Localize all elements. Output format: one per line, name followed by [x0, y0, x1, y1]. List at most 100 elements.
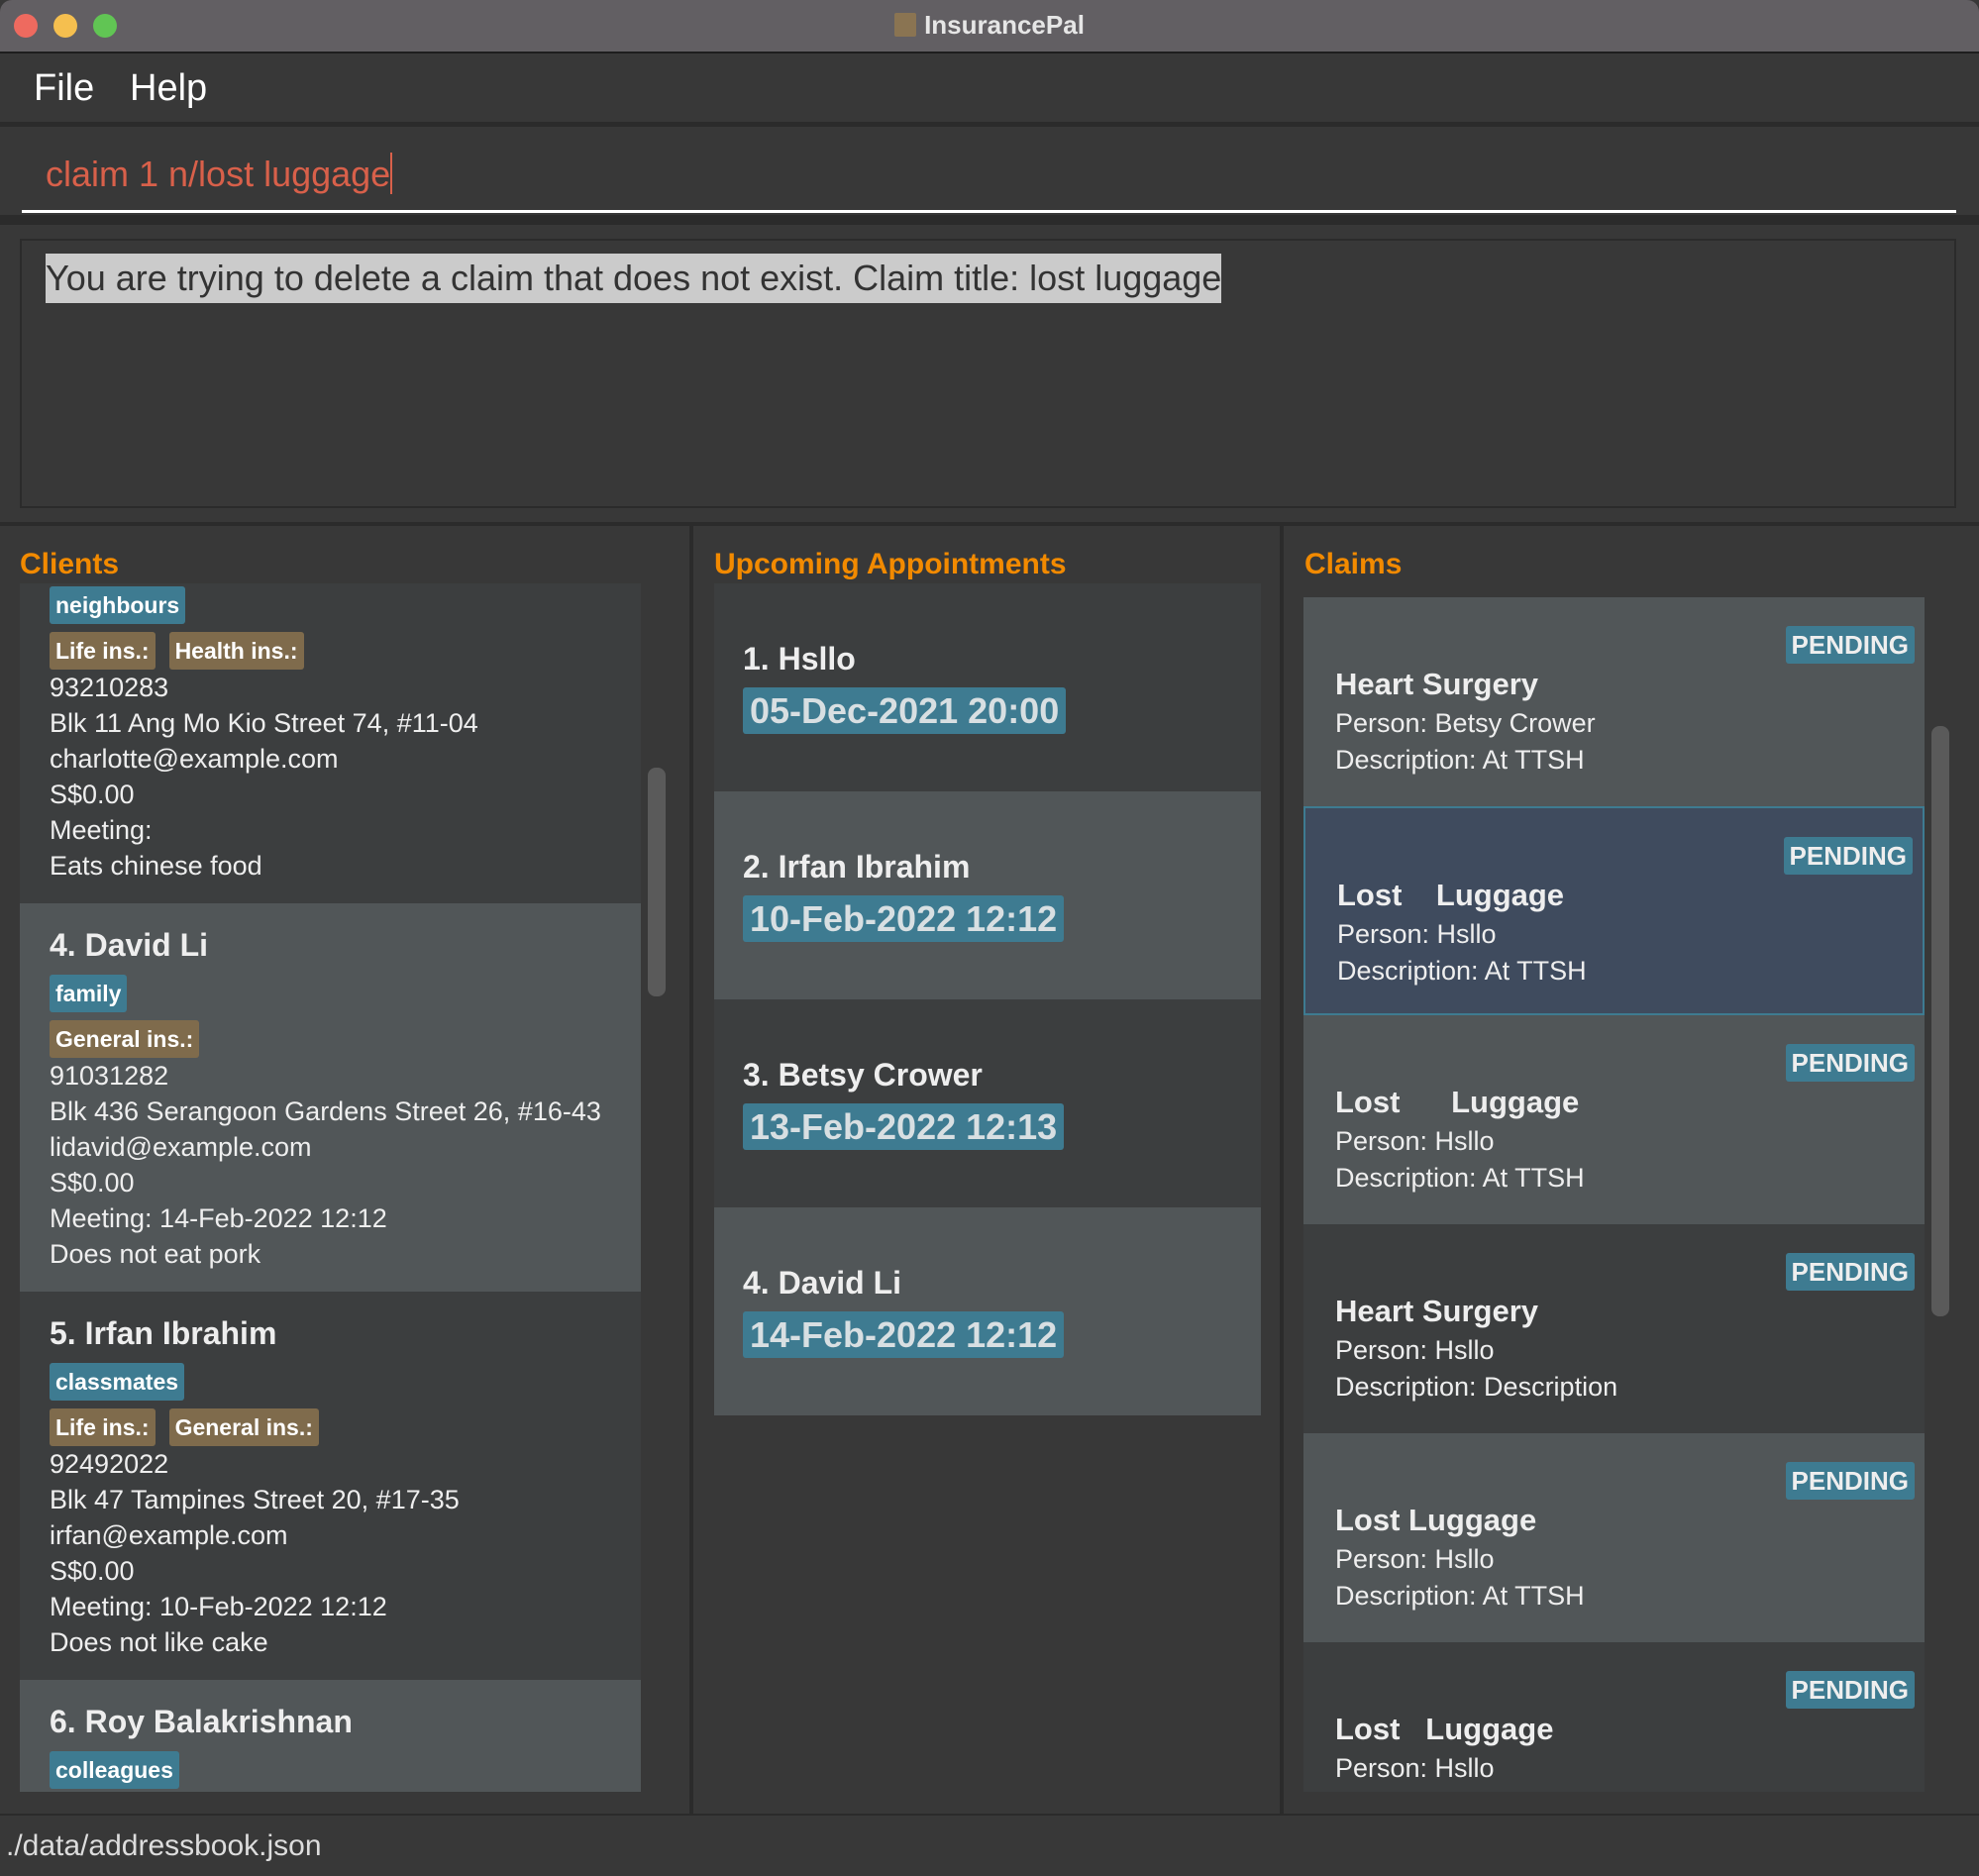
claim-title: Lost Luggage — [1335, 1712, 1554, 1746]
claim-status-badge: PENDING — [1783, 837, 1913, 875]
claim-card[interactable]: PENDING Lost Luggage Person: Hsllo Descript… — [1303, 1433, 1925, 1642]
appointment-card[interactable]: 2. Irfan Ibrahim 10-Feb-2022 12:12 — [714, 791, 1261, 999]
claim-status-badge: PENDING — [1785, 1253, 1915, 1291]
claim-title: Lost Luggage — [1335, 1503, 1537, 1537]
appointment-card[interactable]: 3. Betsy Crower 13-Feb-2022 12:13 — [714, 999, 1261, 1207]
insurance-row: Life ins.: Health ins.: — [50, 632, 611, 670]
claim-status-badge: PENDING — [1785, 1044, 1915, 1082]
appointment-list[interactable]: 1. Hsllo 05-Dec-2021 20:00 2. Irfan Ibrahi… — [714, 583, 1261, 1792]
claims-pane: Claims PENDING Heart Surgery Person: Betsy… — [1284, 526, 1979, 1814]
client-card[interactable]: 5. Irfan Ibrahim classmates Life ins.: Gene… — [20, 1292, 641, 1680]
claim-description: Description: At TTSH — [1335, 1581, 1585, 1611]
claim-person: Person: Hsllo — [1335, 1335, 1495, 1365]
insurance-row: Life ins.: General ins.: — [50, 1408, 611, 1446]
client-tag: family — [50, 975, 128, 1012]
client-card[interactable]: neighbours Life ins.: Health ins.: 93210283… — [20, 583, 641, 903]
tag-row: colleagues — [50, 1751, 611, 1789]
claim-person: Person: Hsllo — [1337, 919, 1497, 949]
status-bar: ./data/addressbook.json — [0, 1814, 1979, 1876]
claim-status-badge: PENDING — [1785, 1462, 1915, 1500]
client-address: Blk 11 Ang Mo Kio Street 74, #11-04 — [50, 708, 478, 738]
client-revenue: S$0.00 — [50, 780, 135, 809]
claim-status-badge: PENDING — [1785, 1671, 1915, 1709]
appointment-date: 14-Feb-2022 12:12 — [743, 1311, 1065, 1358]
title-bar: InsurancePal — [0, 0, 1979, 53]
client-email: charlotte@example.com — [50, 744, 339, 774]
client-list-scrollbar[interactable] — [648, 768, 666, 996]
panes: Clients neighbours Life ins.: Health ins.:… — [0, 522, 1979, 1814]
client-tag: colleagues — [50, 1751, 179, 1789]
claim-list-scrollbar[interactable] — [1931, 726, 1949, 1316]
appointment-date: 05-Dec-2021 20:00 — [743, 687, 1067, 734]
appointment-date: 13-Feb-2022 12:13 — [743, 1103, 1065, 1150]
appointment-card[interactable]: 4. David Li 14-Feb-2022 12:12 — [714, 1207, 1261, 1415]
claim-list[interactable]: PENDING Heart Surgery Person: Betsy Crower… — [1303, 583, 1925, 1792]
claim-card[interactable]: PENDING Heart Surgery Person: Hsllo Descrip… — [1303, 1224, 1925, 1433]
client-meeting: Meeting: 10-Feb-2022 12:12 — [50, 1592, 387, 1621]
client-card[interactable]: 4. David Li family General ins.: 91031282 Bl… — [20, 903, 641, 1292]
command-input[interactable]: claim 1 n/lost luggage — [46, 153, 393, 195]
claim-person: Person: Betsy Crower — [1335, 708, 1596, 738]
claim-description: Description: Description — [1335, 1372, 1618, 1402]
client-phone: 91031282 — [50, 1061, 169, 1091]
clients-heading: Clients — [20, 548, 120, 580]
claim-card[interactable]: PENDING Lost Luggage Person: Hsllo Descript… — [1303, 1015, 1925, 1224]
client-phone: 93210283 — [50, 673, 169, 702]
client-tag: classmates — [50, 1363, 185, 1401]
client-email: lidavid@example.com — [50, 1132, 312, 1162]
client-remark: Does not like cake — [50, 1627, 268, 1657]
claim-person: Person: Hsllo — [1335, 1753, 1495, 1783]
client-name: 5. Irfan Ibrahim — [50, 1315, 277, 1351]
claim-card[interactable]: PENDING Lost Luggage Person: Hsllo Descript… — [1303, 806, 1925, 1015]
window-title-text: InsurancePal — [924, 10, 1085, 40]
appointment-name: 3. Betsy Crower — [743, 1057, 983, 1093]
appointment-name: 4. David Li — [743, 1265, 902, 1301]
claim-card[interactable]: PENDING Heart Surgery Person: Betsy Crower… — [1303, 597, 1925, 806]
insurance-tag: Life ins.: — [50, 1408, 156, 1446]
client-name: 4. David Li — [50, 927, 209, 963]
text-caret — [390, 153, 393, 194]
appointments-pane: Upcoming Appointments 1. Hsllo 05-Dec-202… — [693, 526, 1280, 1814]
claim-person: Person: Hsllo — [1335, 1544, 1495, 1574]
insurance-tag: Health ins.: — [168, 632, 304, 670]
claim-description: Description: At TTSH — [1335, 1163, 1585, 1193]
tag-row: classmates — [50, 1363, 611, 1401]
menu-file[interactable]: File — [34, 67, 94, 110]
appointments-heading: Upcoming Appointments — [714, 548, 1067, 580]
claim-title: Heart Surgery — [1335, 667, 1539, 701]
menu-help[interactable]: Help — [130, 67, 207, 110]
client-phone: 92492022 — [50, 1449, 169, 1479]
client-address: Blk 436 Serangoon Gardens Street 26, #16… — [50, 1096, 601, 1126]
claim-title: Lost Luggage — [1337, 878, 1565, 912]
appointment-date: 10-Feb-2022 12:12 — [743, 895, 1065, 942]
command-input-text[interactable]: claim 1 n/lost luggage — [46, 154, 390, 194]
menu-bar: File Help — [0, 55, 1979, 127]
insurance-tag: Life ins.: — [50, 632, 156, 670]
appointment-name: 1. Hsllo — [743, 641, 856, 677]
claim-card[interactable]: PENDING Lost Luggage Person: Hsllo — [1303, 1642, 1925, 1792]
insurance-tag: General ins.: — [168, 1408, 319, 1446]
client-email: irfan@example.com — [50, 1520, 288, 1550]
client-revenue: S$0.00 — [50, 1168, 135, 1198]
result-text[interactable]: You are trying to delete a claim that do… — [46, 254, 1222, 303]
client-list[interactable]: neighbours Life ins.: Health ins.: 93210283… — [20, 583, 641, 1792]
insurance-tag: General ins.: — [50, 1020, 200, 1058]
client-meeting: Meeting: — [50, 815, 153, 845]
client-card[interactable]: 6. Roy Balakrishnan colleagues — [20, 1680, 641, 1792]
command-box: claim 1 n/lost luggage — [0, 127, 1979, 225]
claim-title: Lost Luggage — [1335, 1085, 1580, 1119]
client-meeting: Meeting: 14-Feb-2022 12:12 — [50, 1203, 387, 1233]
app-icon — [894, 13, 917, 37]
client-address: Blk 47 Tampines Street 20, #17-35 — [50, 1485, 460, 1514]
claims-heading: Claims — [1304, 548, 1403, 580]
client-remark: Eats chinese food — [50, 851, 262, 881]
client-remark: Does not eat pork — [50, 1239, 261, 1269]
client-tag: neighbours — [50, 586, 186, 624]
result-display: You are trying to delete a claim that do… — [20, 239, 1956, 508]
save-location: ./data/addressbook.json — [6, 1829, 322, 1862]
claim-title: Heart Surgery — [1335, 1294, 1539, 1328]
appointment-name: 2. Irfan Ibrahim — [743, 849, 971, 885]
claim-description: Description: At TTSH — [1337, 956, 1587, 986]
appointment-card[interactable]: 1. Hsllo 05-Dec-2021 20:00 — [714, 583, 1261, 791]
client-name: 6. Roy Balakrishnan — [50, 1704, 353, 1739]
